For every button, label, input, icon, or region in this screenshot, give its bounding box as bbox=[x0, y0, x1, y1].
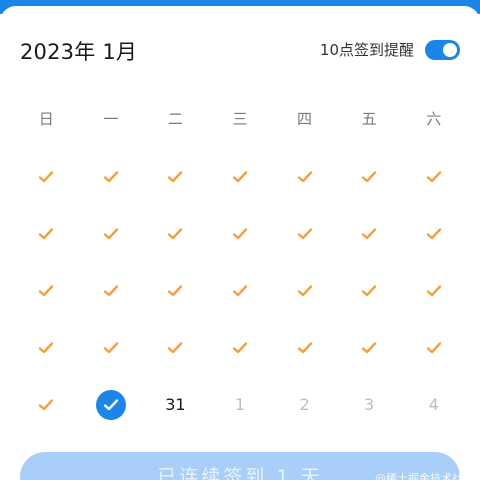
day-cell[interactable] bbox=[14, 262, 79, 319]
check-icon bbox=[103, 227, 119, 241]
check-icon bbox=[297, 284, 313, 298]
day-number: 3 bbox=[364, 395, 375, 414]
calendar-header: 2023年 1月 10点签到提醒 bbox=[0, 6, 480, 86]
day-cell[interactable] bbox=[79, 205, 144, 262]
day-cell[interactable] bbox=[272, 262, 337, 319]
check-icon bbox=[426, 341, 442, 355]
weekday-label: 一 bbox=[103, 110, 119, 128]
day-cell[interactable] bbox=[272, 205, 337, 262]
day-cell[interactable] bbox=[143, 205, 208, 262]
check-icon bbox=[361, 284, 377, 298]
day-cell[interactable]: 4 bbox=[401, 376, 466, 433]
day-cell[interactable]: 2 bbox=[272, 376, 337, 433]
check-icon bbox=[38, 341, 54, 355]
day-number: 31 bbox=[165, 395, 186, 414]
day-cell[interactable] bbox=[143, 262, 208, 319]
sign-in-calendar-page: 2023年 1月 10点签到提醒 日一二三四五六 31 1 2 3 4 已连续签到 1 … bbox=[0, 0, 480, 480]
check-icon bbox=[103, 341, 119, 355]
check-icon bbox=[38, 284, 54, 298]
weekday-label: 四 bbox=[297, 110, 313, 128]
day-cell[interactable] bbox=[401, 205, 466, 262]
calendar-sheet: 2023年 1月 10点签到提醒 日一二三四五六 31 1 2 3 4 已连续签到 1 … bbox=[0, 6, 480, 480]
day-cell[interactable]: 31 bbox=[143, 376, 208, 433]
day-cell[interactable] bbox=[14, 319, 79, 376]
day-cell[interactable] bbox=[14, 376, 79, 433]
day-cell[interactable] bbox=[337, 148, 402, 205]
check-icon bbox=[426, 284, 442, 298]
check-icon bbox=[426, 170, 442, 184]
check-icon bbox=[167, 170, 183, 184]
day-cell[interactable] bbox=[401, 262, 466, 319]
weekday-label: 二 bbox=[167, 110, 183, 128]
check-icon bbox=[38, 227, 54, 241]
reminder-label: 10点签到提醒 bbox=[319, 41, 414, 59]
check-icon bbox=[426, 227, 442, 241]
toggle-knob bbox=[443, 43, 457, 57]
check-icon bbox=[361, 341, 377, 355]
check-icon bbox=[232, 341, 248, 355]
check-icon bbox=[103, 170, 119, 184]
watermark: @稀土掘金技术社区 bbox=[375, 472, 474, 480]
weekday-label: 六 bbox=[426, 110, 442, 128]
check-icon bbox=[103, 284, 119, 298]
day-cell[interactable] bbox=[208, 205, 273, 262]
day-cell[interactable] bbox=[14, 205, 79, 262]
weekday-label: 三 bbox=[232, 110, 248, 128]
check-icon bbox=[232, 227, 248, 241]
day-cell[interactable] bbox=[401, 148, 466, 205]
weekday-label: 日 bbox=[38, 110, 54, 128]
check-icon bbox=[167, 227, 183, 241]
check-icon bbox=[167, 284, 183, 298]
day-cell[interactable] bbox=[79, 376, 144, 433]
check-circle-icon bbox=[95, 389, 126, 420]
day-number: 1 bbox=[234, 395, 246, 414]
weekday-label: 五 bbox=[361, 110, 377, 128]
check-icon bbox=[38, 170, 54, 184]
month-title: 2023年 1月 bbox=[20, 40, 138, 64]
day-cell[interactable] bbox=[337, 262, 402, 319]
day-cell[interactable] bbox=[401, 319, 466, 376]
day-cell[interactable] bbox=[272, 148, 337, 205]
check-icon bbox=[361, 170, 377, 184]
day-cell[interactable] bbox=[208, 319, 273, 376]
day-cell[interactable] bbox=[208, 148, 273, 205]
check-icon bbox=[361, 227, 377, 241]
check-icon bbox=[38, 398, 54, 412]
day-cell[interactable] bbox=[143, 148, 208, 205]
day-number: 2 bbox=[299, 395, 310, 414]
day-cell[interactable] bbox=[14, 148, 79, 205]
day-cell[interactable]: 1 bbox=[208, 376, 273, 433]
day-cell[interactable] bbox=[272, 319, 337, 376]
day-cell[interactable]: 3 bbox=[337, 376, 402, 433]
day-cell[interactable] bbox=[143, 319, 208, 376]
check-icon bbox=[297, 170, 313, 184]
day-grid: 31 1 2 3 4 bbox=[14, 148, 466, 433]
day-cell[interactable] bbox=[208, 262, 273, 319]
weekday-header: 日一二三四五六 bbox=[14, 109, 466, 129]
check-icon bbox=[297, 341, 313, 355]
check-icon bbox=[297, 227, 313, 241]
reminder-toggle[interactable] bbox=[425, 40, 460, 60]
day-cell[interactable] bbox=[337, 205, 402, 262]
check-icon bbox=[232, 284, 248, 298]
day-cell[interactable] bbox=[337, 319, 402, 376]
day-cell[interactable] bbox=[79, 319, 144, 376]
check-icon bbox=[232, 170, 248, 184]
day-cell[interactable] bbox=[79, 148, 144, 205]
check-icon bbox=[167, 341, 183, 355]
day-cell[interactable] bbox=[79, 262, 144, 319]
day-number: 4 bbox=[428, 395, 439, 414]
